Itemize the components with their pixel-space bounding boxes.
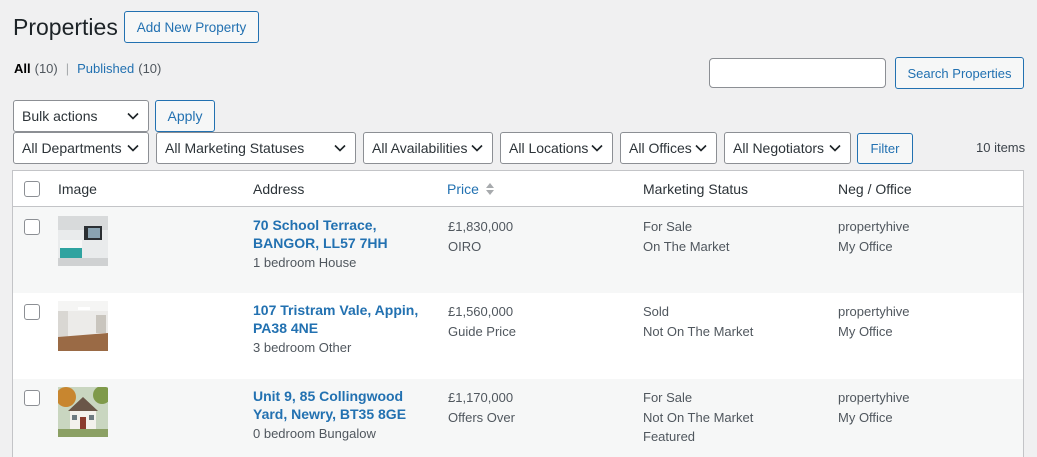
departments-value: All Departments	[22, 140, 122, 156]
negotiator-name: propertyhive	[838, 390, 910, 405]
price-value: £1,830,000	[448, 219, 514, 234]
property-thumbnail[interactable]	[58, 301, 108, 351]
availabilities-select[interactable]: All Availabilities	[363, 132, 493, 164]
property-address-link[interactable]: 107 Tristram Vale, Appin,	[253, 302, 418, 320]
negotiator-name: propertyhive	[838, 304, 910, 319]
office-name: My Office	[838, 409, 893, 425]
offices-select[interactable]: All Offices	[620, 132, 717, 164]
price-cell: £1,170,000 Offers Over	[448, 388, 515, 427]
offices-value: All Offices	[629, 140, 692, 156]
filter-button[interactable]: Filter	[857, 133, 913, 164]
bulk-actions-select[interactable]: Bulk actions	[13, 100, 149, 132]
view-all-count: (10)	[34, 61, 58, 76]
chevron-down-icon	[829, 144, 841, 152]
status-department: For Sale	[643, 219, 693, 234]
price-qualifier: Guide Price	[448, 323, 516, 339]
view-filters: All (10) | Published (10)	[14, 61, 161, 76]
marketing-status-cell: For Sale Not On The Market Featured	[643, 388, 753, 447]
locations-value: All Locations	[509, 140, 589, 156]
property-summary: 1 bedroom House	[253, 255, 357, 270]
chevron-down-icon	[334, 144, 346, 152]
neg-office-cell: propertyhive My Office	[838, 388, 910, 427]
availabilities-value: All Availabilities	[372, 140, 468, 156]
property-summary: 3 bedroom Other	[253, 340, 352, 355]
property-summary: 0 bedroom Bungalow	[253, 426, 376, 441]
column-image: Image	[58, 181, 97, 197]
table-row: 107 Tristram Vale, Appin, PA38 4NE 3 bed…	[13, 293, 1023, 379]
property-thumbnail[interactable]	[58, 216, 108, 266]
property-thumbnail[interactable]	[58, 387, 108, 437]
sort-icon	[485, 183, 494, 195]
chevron-down-icon	[127, 144, 139, 152]
property-address-link-line2[interactable]: PA38 4NE	[253, 320, 418, 338]
negotiator-name: propertyhive	[838, 219, 910, 234]
neg-office-cell: propertyhive My Office	[838, 217, 910, 256]
address-cell: 107 Tristram Vale, Appin, PA38 4NE 3 bed…	[253, 302, 418, 358]
status-department: For Sale	[643, 390, 693, 405]
property-address-link[interactable]: Unit 9, 85 Collingwood	[253, 388, 406, 406]
price-cell: £1,560,000 Guide Price	[448, 302, 516, 341]
apply-button[interactable]: Apply	[155, 100, 215, 132]
property-address-link[interactable]: 70 School Terrace,	[253, 217, 388, 235]
search-input[interactable]	[709, 58, 886, 88]
marketing-statuses-value: All Marketing Statuses	[165, 140, 305, 156]
price-qualifier: Offers Over	[448, 409, 515, 425]
items-count: 10 items	[976, 140, 1026, 155]
bedroom-image-icon	[58, 216, 108, 266]
page-title: Properties	[13, 14, 118, 40]
property-address-link-line2[interactable]: Yard, Newry, BT35 8GE	[253, 406, 406, 424]
select-all-checkbox[interactable]	[24, 181, 40, 197]
search-properties-button[interactable]: Search Properties	[895, 57, 1024, 89]
marketing-statuses-select[interactable]: All Marketing Statuses	[156, 132, 356, 164]
view-published-count: (10)	[138, 61, 162, 76]
bulk-actions-value: Bulk actions	[22, 108, 98, 124]
column-address: Address	[253, 181, 305, 197]
column-marketing-status: Marketing Status	[643, 181, 749, 197]
marketing-status-cell: Sold Not On The Market	[643, 302, 753, 341]
office-name: My Office	[838, 323, 893, 339]
address-cell: Unit 9, 85 Collingwood Yard, Newry, BT35…	[253, 388, 406, 444]
chevron-down-icon	[695, 144, 707, 152]
price-value: £1,560,000	[448, 304, 514, 319]
table-row: Unit 9, 85 Collingwood Yard, Newry, BT35…	[13, 379, 1023, 457]
row-checkbox[interactable]	[24, 390, 40, 406]
status-market: On The Market	[643, 238, 730, 254]
price-cell: £1,830,000 OIRO	[448, 217, 513, 256]
status-department: Sold	[643, 304, 670, 319]
interior-image-icon	[58, 301, 108, 351]
view-all-link[interactable]: All	[14, 61, 31, 76]
table-row: 70 School Terrace, BANGOR, LL57 7HH 1 be…	[13, 207, 1023, 293]
status-market: Not On The Market	[643, 323, 754, 339]
column-neg-office: Neg / Office	[838, 181, 912, 197]
view-published-link[interactable]: Published	[77, 61, 134, 76]
status-featured: Featured	[643, 429, 696, 444]
properties-table: Image Address Price Marketing Status Neg…	[12, 170, 1024, 457]
neg-office-cell: propertyhive My Office	[838, 302, 910, 341]
property-address-link-line2[interactable]: BANGOR, LL57 7HH	[253, 235, 388, 253]
chevron-down-icon	[471, 144, 483, 152]
row-checkbox[interactable]	[24, 219, 40, 235]
departments-select[interactable]: All Departments	[13, 132, 149, 164]
house-image-icon	[58, 387, 108, 437]
price-qualifier: OIRO	[448, 238, 482, 254]
marketing-status-cell: For Sale On The Market	[643, 217, 729, 256]
locations-select[interactable]: All Locations	[500, 132, 613, 164]
status-market: Not On The Market	[643, 409, 754, 425]
negotiators-select[interactable]: All Negotiators	[724, 132, 851, 164]
add-new-property-button[interactable]: Add New Property	[124, 11, 259, 43]
view-separator: |	[65, 61, 70, 76]
chevron-down-icon	[591, 144, 603, 152]
row-checkbox[interactable]	[24, 304, 40, 320]
column-price-label: Price	[447, 181, 479, 197]
negotiators-value: All Negotiators	[733, 140, 825, 156]
chevron-down-icon	[127, 112, 139, 120]
table-header: Image Address Price Marketing Status Neg…	[13, 171, 1023, 207]
address-cell: 70 School Terrace, BANGOR, LL57 7HH 1 be…	[253, 217, 388, 273]
price-value: £1,170,000	[448, 390, 514, 405]
column-price[interactable]: Price	[447, 181, 495, 197]
office-name: My Office	[838, 238, 893, 254]
